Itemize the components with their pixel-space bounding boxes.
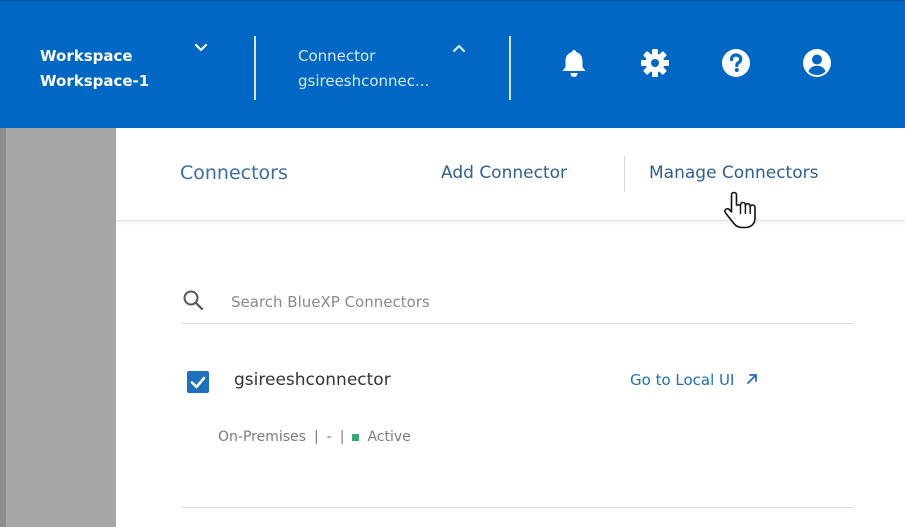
external-link-arrow-icon (747, 374, 758, 384)
panel-title: Connectors (180, 162, 288, 184)
go-to-local-ui-link[interactable]: Go to Local UI (630, 371, 759, 389)
add-connector-button[interactable]: Add Connector (441, 163, 567, 183)
connector-name: gsireeshconnector (234, 370, 391, 390)
chevron-down-icon[interactable] (193, 40, 209, 56)
status-dot-icon (352, 433, 360, 441)
meta-separator: | (313, 429, 319, 445)
connector-checkbox[interactable] (187, 371, 209, 393)
connector-details: On-Premises | - | Active (218, 429, 411, 445)
connector-selector[interactable]: Connector gsireeshconnec... (298, 44, 429, 94)
header-divider (254, 36, 256, 100)
header-separator (624, 156, 625, 192)
workspace-selector[interactable]: Workspace Workspace-1 (40, 44, 149, 94)
left-rail-edge (0, 128, 6, 527)
search-icon (183, 290, 204, 311)
connectors-panel: Connectors Add Connector Manage Connecto… (116, 128, 905, 527)
top-bar: Workspace Workspace-1 Connector gsireesh… (0, 0, 905, 128)
bell-icon (562, 50, 586, 77)
checkmark-icon (190, 376, 206, 389)
local-ui-label: Go to Local UI (630, 371, 735, 389)
search-input[interactable] (229, 287, 833, 317)
question-circle-icon (722, 49, 750, 77)
connector-value: gsireeshconnec... (298, 72, 430, 90)
workspace-label: Workspace (40, 47, 133, 65)
connector-status: Active (367, 429, 411, 445)
list-divider (182, 507, 854, 508)
left-navigation-rail (0, 128, 116, 527)
app-frame: Workspace Workspace-1 Connector gsireesh… (0, 0, 905, 527)
notifications-button[interactable] (555, 44, 593, 82)
user-circle-icon (803, 49, 831, 77)
connector-label: Connector (298, 47, 376, 65)
header-divider (509, 36, 511, 100)
connector-search (182, 285, 854, 324)
gear-icon (641, 49, 669, 77)
hand-pointer-cursor-icon (724, 191, 756, 229)
help-button[interactable] (717, 44, 755, 82)
meta-separator: | (339, 429, 345, 445)
settings-button[interactable] (636, 44, 674, 82)
chevron-up-icon[interactable] (451, 40, 467, 56)
top-bar-border (0, 0, 905, 1)
connector-provider-value: - (326, 429, 332, 445)
connector-location: On-Premises (218, 429, 306, 445)
workspace-value: Workspace-1 (40, 72, 150, 90)
panel-header: Connectors Add Connector Manage Connecto… (116, 128, 905, 221)
manage-connectors-button[interactable]: Manage Connectors (649, 163, 818, 183)
account-button[interactable] (798, 44, 836, 82)
